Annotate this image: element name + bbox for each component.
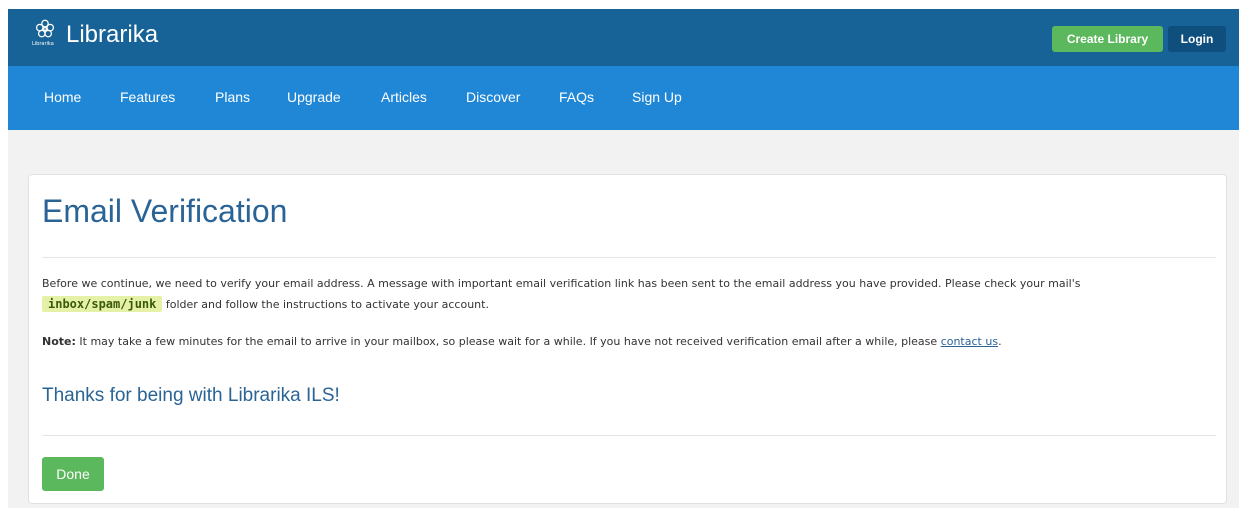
instructions-text: Before we continue, we need to verify yo… (42, 277, 1081, 290)
nav-item-plans[interactable]: Plans (215, 88, 250, 106)
note-text: It may take a few minutes for the email … (79, 335, 938, 348)
flower-icon (35, 19, 55, 38)
note-label: Note: (42, 335, 76, 348)
nav-item-faqs[interactable]: FAQs (559, 88, 594, 106)
note-end: . (998, 335, 1002, 348)
main-nav: Home Features Plans Upgrade Articles Dis… (8, 66, 1239, 130)
thanks-message: Thanks for being with Librarika ILS! (42, 385, 340, 406)
nav-item-features[interactable]: Features (120, 88, 175, 106)
nav-item-sign-up[interactable]: Sign Up (632, 88, 682, 106)
instructions-paragraph: Before we continue, we need to verify yo… (42, 274, 1216, 315)
note-paragraph: Note: It may take a few minutes for the … (42, 332, 1216, 352)
page-frame: Librarika Librarika Create Library Login… (8, 9, 1239, 508)
top-header: Librarika Librarika Create Library Login (8, 9, 1239, 66)
create-library-button[interactable]: Create Library (1052, 26, 1163, 52)
login-button[interactable]: Login (1168, 26, 1226, 52)
logo-caption: Librarika (32, 41, 54, 47)
verification-card: Email Verification Before we continue, w… (28, 174, 1227, 504)
divider-bottom (42, 435, 1216, 436)
nav-item-upgrade[interactable]: Upgrade (287, 88, 341, 106)
nav-item-articles[interactable]: Articles (381, 88, 427, 106)
folder-highlight: inbox/spam/junk (42, 296, 163, 312)
nav-item-home[interactable]: Home (44, 88, 81, 106)
logo[interactable]: Librarika (32, 18, 58, 48)
page-title: Email Verification (42, 193, 288, 229)
divider-top (42, 257, 1216, 258)
done-button[interactable]: Done (42, 457, 104, 491)
nav-item-discover[interactable]: Discover (466, 88, 520, 106)
instructions-text-end: folder and follow the instructions to ac… (165, 298, 489, 311)
contact-us-link[interactable]: contact us (941, 335, 998, 348)
brand-name[interactable]: Librarika (66, 21, 158, 49)
